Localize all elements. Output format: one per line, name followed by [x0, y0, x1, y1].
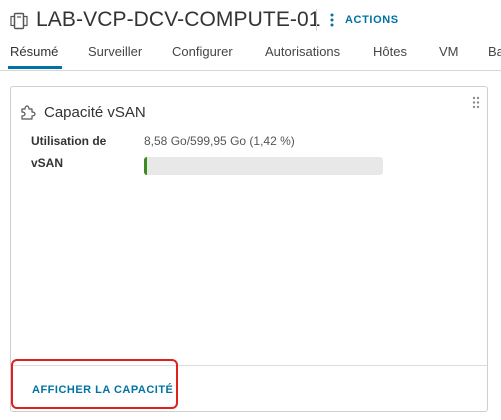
active-tab-indicator [8, 66, 62, 69]
puzzle-icon [20, 104, 36, 120]
header: LAB-VCP-DCV-COMPUTE-01 ACTIONS [0, 0, 501, 40]
page-title: LAB-VCP-DCV-COMPUTE-01 [36, 8, 321, 31]
cluster-icon [10, 12, 28, 30]
header-divider [316, 9, 317, 31]
usage-value: 8,58 Go/599,95 Go (1,42 %) [144, 134, 295, 148]
drag-handle-icon[interactable] [472, 96, 480, 109]
usage-label-line1: Utilisation de [31, 134, 107, 148]
actions-label: ACTIONS [345, 14, 399, 26]
tab-configurer[interactable]: Configurer [172, 44, 233, 59]
card-title: Capacité vSAN [44, 104, 146, 121]
actions-button[interactable]: ACTIONS [330, 11, 399, 29]
usage-progress-bar [144, 157, 383, 175]
tab-vm[interactable]: VM [439, 44, 459, 59]
tab-resume[interactable]: Résumé [10, 44, 58, 59]
tab-hotes[interactable]: Hôtes [373, 44, 407, 59]
usage-progress-fill [144, 157, 148, 175]
view-capacity-link[interactable]: AFFICHER LA CAPACITÉ [32, 384, 173, 396]
tab-truncated[interactable]: Ba [488, 44, 501, 59]
vertical-ellipsis-icon [330, 13, 334, 27]
tab-bar: Résumé Surveiller Configurer Autorisatio… [0, 40, 501, 71]
card-footer: AFFICHER LA CAPACITÉ [11, 365, 487, 412]
vsan-capacity-card: Capacité vSAN Utilisation de vSAN 8,58 G… [10, 86, 488, 412]
tab-surveiller[interactable]: Surveiller [88, 44, 142, 59]
usage-label-line2: vSAN [31, 156, 64, 170]
tab-autorisations[interactable]: Autorisations [265, 44, 340, 59]
